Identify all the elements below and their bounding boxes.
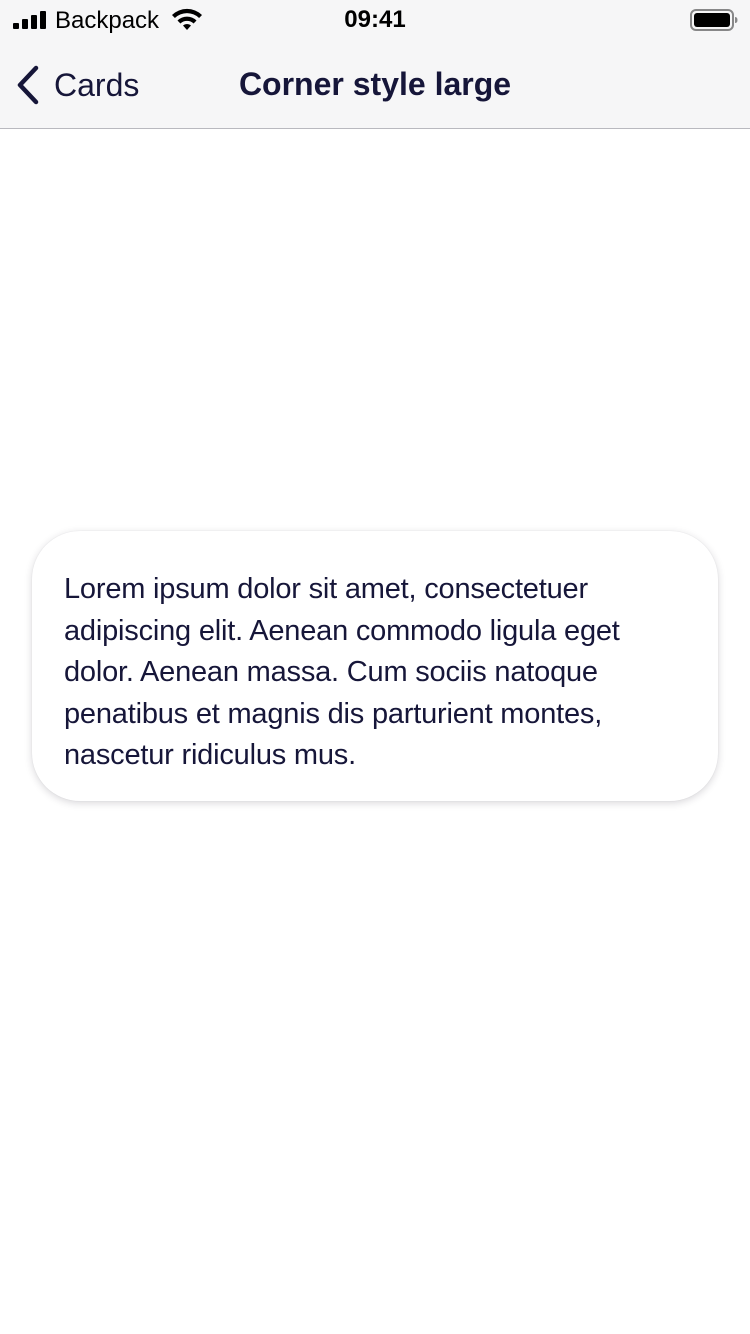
top-bar: Backpack 09:41 Cards Corner style large xyxy=(0,0,750,129)
battery-icon xyxy=(690,9,738,31)
status-bar: Backpack 09:41 xyxy=(0,0,750,40)
page-title: Corner style large xyxy=(238,66,512,102)
card[interactable]: Lorem ipsum dolor sit amet, consectetuer… xyxy=(32,531,718,801)
status-time: 09:41 xyxy=(344,6,406,33)
card-text: Lorem ipsum dolor sit amet, consectetuer… xyxy=(64,573,620,771)
screen: Backpack 09:41 Cards Corner style large xyxy=(0,0,750,1334)
navigation-bar: Cards Corner style large xyxy=(0,40,750,128)
